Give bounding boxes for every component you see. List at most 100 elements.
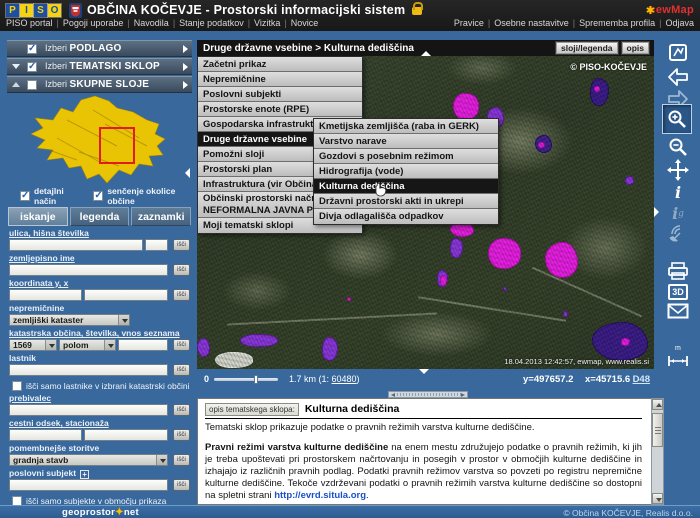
geoprostor-logo[interactable]: geoprostor✦net	[62, 507, 139, 518]
overview-minimap[interactable]	[7, 94, 192, 186]
detail-mode-checkbox[interactable]	[20, 191, 30, 201]
coordinate-search-label[interactable]: koordinata y, x	[9, 279, 190, 288]
scroll-grip[interactable]	[397, 393, 461, 396]
zoom-in-tool-button[interactable]	[663, 105, 691, 133]
overview-tool-button[interactable]	[666, 41, 690, 65]
realestate-select[interactable]: zemljiški kataster	[9, 314, 130, 326]
menu-item[interactable]: Poslovni subjekti	[198, 87, 362, 102]
top-nav-link[interactable]: Vizitka	[254, 18, 280, 30]
description-button[interactable]: opis	[622, 42, 649, 54]
coordinate-search-button[interactable]: išči	[173, 289, 190, 301]
services-search-button[interactable]: išči	[173, 454, 190, 466]
submenu-item[interactable]: Hidrografija (vode)	[314, 164, 498, 179]
layers-legend-button[interactable]: sloji/legenda	[556, 42, 618, 54]
business-filter-checkbox[interactable]	[12, 496, 22, 506]
gps-tool-button[interactable]	[666, 221, 690, 245]
mail-link-button[interactable]	[666, 299, 690, 323]
street-input[interactable]	[9, 239, 143, 251]
submenu-item[interactable]: Kulturna dediščina	[314, 179, 498, 194]
description-scrollbar[interactable]	[651, 398, 664, 505]
sidebar-section-tematski-sklop[interactable]: Izberi TEMATSKI SKLOP	[7, 58, 192, 75]
scroll-down-icon[interactable]	[652, 493, 663, 504]
coordinate-x-input[interactable]	[84, 289, 168, 301]
scroll-left-icon[interactable]	[391, 393, 395, 397]
tab-legenda[interactable]: legenda	[70, 207, 130, 226]
skupni-sloji-checkbox[interactable]	[27, 80, 37, 90]
horizontal-resize-handle[interactable]	[388, 391, 468, 398]
geoname-input[interactable]	[9, 264, 168, 276]
house-number-input[interactable]	[145, 239, 168, 251]
submenu-item[interactable]: Državni prostorski akti in ukrepi	[314, 194, 498, 209]
geoname-search-label[interactable]: zemljepisno ime	[9, 254, 190, 263]
shading-checkbox[interactable]	[93, 191, 103, 201]
owner-search-button[interactable]: išči	[173, 364, 190, 376]
submenu-item[interactable]: Varstvo narave	[314, 134, 498, 149]
zoom-slider-thumb[interactable]	[254, 375, 258, 384]
resident-search-button[interactable]: išči	[173, 404, 190, 416]
expand-plus-icon[interactable]: +	[80, 470, 89, 479]
user-nav-link[interactable]: Pravice	[454, 18, 484, 30]
user-nav-link[interactable]: Odjava	[665, 18, 694, 30]
road-search-button[interactable]: išči	[173, 429, 190, 441]
road-station-input[interactable]	[84, 429, 168, 441]
cadastral-label[interactable]: katastrska občina, številka, vnos seznam…	[9, 329, 190, 338]
geoname-search-button[interactable]: išči	[173, 264, 190, 276]
toolbar-collapse-handle[interactable]	[654, 207, 659, 217]
submenu-item[interactable]: Gozdovi s posebnim režimom	[314, 149, 498, 164]
tab-iskanje[interactable]: iskanje	[8, 207, 68, 226]
menu-item[interactable]: Prostorske enote (RPE)	[198, 102, 362, 117]
submenu-item[interactable]: Kmetijska zemljišča (raba in GERK)	[314, 119, 498, 134]
submenu-item[interactable]: Divja odlagališča odpadkov	[314, 209, 498, 224]
scroll-up-icon[interactable]	[652, 399, 663, 410]
resident-input[interactable]	[9, 404, 168, 416]
road-section-label[interactable]: cestni odsek, stacionaža	[9, 419, 190, 428]
coordinate-y-input[interactable]	[9, 289, 82, 301]
top-nav-link[interactable]: Navodila	[134, 18, 169, 30]
tematski-sklop-checkbox[interactable]	[27, 62, 37, 72]
resident-label[interactable]: prebivalec	[9, 394, 190, 403]
sidebar-collapse-handle[interactable]	[185, 168, 190, 178]
user-nav-link[interactable]: Sprememba profila	[579, 18, 655, 30]
owner-input[interactable]	[9, 364, 168, 376]
cadastral-code-select[interactable]: 1569	[9, 339, 57, 351]
services-select[interactable]: gradnja stavb	[9, 454, 168, 466]
measure-tool-button[interactable]: m	[666, 346, 690, 370]
collapse-icon[interactable]	[12, 64, 20, 69]
pan-tool-button[interactable]	[666, 158, 690, 182]
podlaga-checkbox[interactable]	[27, 44, 37, 54]
evrd-link[interactable]: http://evrd.situla.org	[274, 490, 366, 501]
business-filter-label: išči samo subjekte v območju prikaza	[26, 496, 166, 506]
footer-collapse-handle[interactable]	[419, 369, 429, 374]
sidebar-section-skupni-sloji[interactable]: Izberi SKUPNE SLOJE	[7, 76, 192, 93]
piso-logo-letter: O	[48, 4, 61, 17]
menu-item[interactable]: Začetni prikaz	[198, 57, 362, 72]
map-viewport[interactable]: © PISO-KOČEVJE 18.04.2013 12:42:57, ewma…	[197, 56, 654, 369]
street-search-label[interactable]: ulica, hišna številka	[9, 229, 190, 238]
expand-icon[interactable]	[12, 82, 20, 87]
road-section-input[interactable]	[9, 429, 82, 441]
zoom-slider-track[interactable]	[214, 378, 278, 381]
description-tag-button[interactable]: opis tematskega sklopa:	[205, 403, 299, 416]
tab-zaznamki[interactable]: zaznamki	[131, 207, 191, 226]
heritage-area-purple	[240, 334, 278, 347]
top-nav-link[interactable]: Novice	[291, 18, 319, 30]
business-input[interactable]	[9, 479, 168, 491]
menu-item[interactable]: Nepremičnine	[198, 72, 362, 87]
zoom-out-tool-button[interactable]	[666, 135, 690, 159]
user-nav-link[interactable]: Osebne nastavitve	[494, 18, 569, 30]
business-search-button[interactable]: išči	[173, 479, 190, 491]
sidebar-section-podlaga[interactable]: Izberi PODLAGO	[7, 40, 192, 57]
scrollbar-thumb[interactable]	[652, 413, 663, 447]
scale-link[interactable]: 60480	[332, 374, 357, 384]
owner-filter-checkbox[interactable]	[12, 381, 22, 391]
top-nav-link[interactable]: Stanje podatkov	[179, 18, 244, 30]
top-nav-link[interactable]: PISO portal	[6, 18, 53, 30]
crs-link[interactable]: D48	[633, 374, 650, 385]
street-search-button[interactable]: išči	[173, 239, 190, 251]
scroll-right-icon[interactable]	[461, 393, 465, 397]
cadastral-name-select[interactable]: polom	[59, 339, 116, 351]
top-nav-link[interactable]: Pogoji uporabe	[63, 18, 124, 30]
back-button[interactable]	[666, 65, 690, 89]
cadastral-search-button[interactable]: išči	[173, 339, 190, 351]
parcel-number-input[interactable]	[118, 339, 168, 351]
